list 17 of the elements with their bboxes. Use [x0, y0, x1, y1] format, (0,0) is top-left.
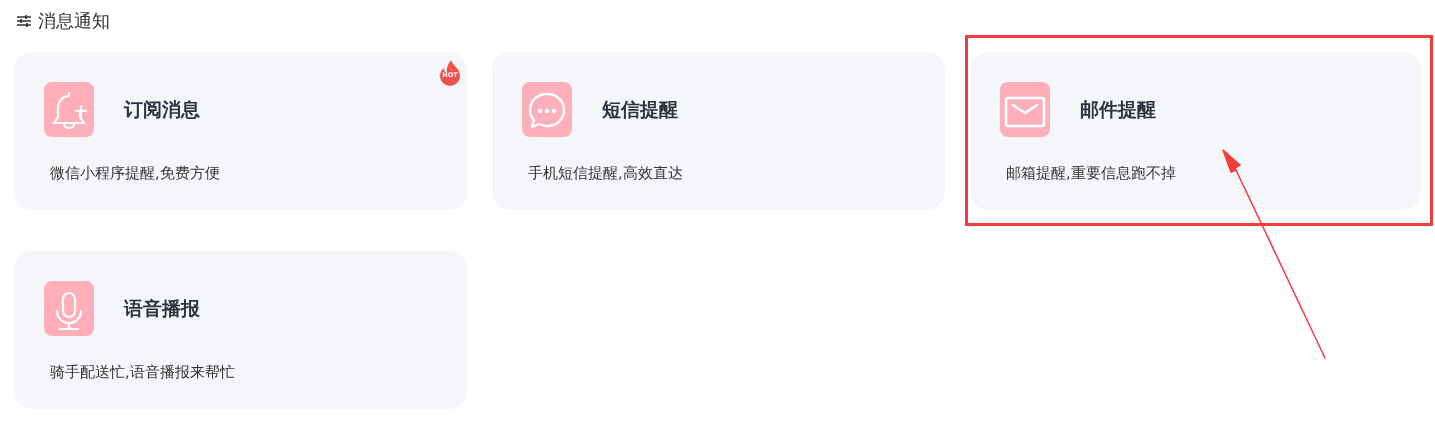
microphone-icon — [44, 281, 94, 336]
notification-card[interactable]: 语音播报 骑手配送忙,语音播报来帮忙 — [14, 251, 467, 409]
card-description: 微信小程序提醒,免费方便 — [50, 164, 220, 183]
chat-bubble-icon — [522, 82, 572, 137]
card-title: 短信提醒 — [602, 96, 678, 122]
notification-card[interactable]: 邮件提醒 邮箱提醒,重要信息跑不掉 — [970, 52, 1421, 210]
notification-card[interactable]: 短信提醒 手机短信提醒,高效直达 — [492, 52, 945, 210]
section-title: 消息通知 — [38, 9, 110, 33]
envelope-icon — [1000, 82, 1050, 137]
card-title: 语音播报 — [124, 295, 200, 321]
sliders-icon — [16, 14, 32, 28]
card-title: 订阅消息 — [124, 96, 200, 122]
card-description: 邮箱提醒,重要信息跑不掉 — [1006, 164, 1176, 183]
card-title: 邮件提醒 — [1080, 96, 1156, 122]
card-description: 手机短信提醒,高效直达 — [528, 164, 683, 183]
bell-icon — [44, 82, 94, 137]
card-description: 骑手配送忙,语音播报来帮忙 — [50, 363, 235, 382]
